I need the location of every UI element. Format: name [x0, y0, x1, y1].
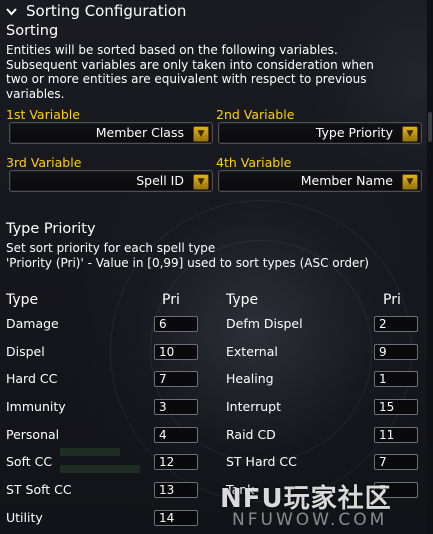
variable-2-dropdown[interactable]: Type Priority ▼ [218, 122, 422, 144]
dropdown-arrow-icon[interactable]: ▼ [193, 174, 209, 190]
variable-4-label: 4th Variable [216, 155, 292, 170]
section-title: Sorting Configuration [26, 2, 187, 20]
priority-input-interrupt[interactable]: 15 [374, 399, 418, 415]
type-priority-description-line: Set sort priority for each spell type [6, 241, 216, 255]
type-label-hard-cc: Hard CC [6, 371, 58, 386]
column-header-type: Type [226, 292, 259, 308]
column-header-pri: Pri [383, 292, 401, 308]
dropdown-value: Spell ID [136, 173, 184, 188]
priority-input-st-hard-cc[interactable]: 7 [374, 454, 418, 470]
type-priority-title: Type Priority [6, 221, 96, 237]
type-label-soft-cc: Soft CC [6, 454, 53, 469]
type-label-immunity: Immunity [6, 399, 66, 414]
type-label-interrupt: Interrupt [226, 399, 282, 414]
variable-3-dropdown[interactable]: Spell ID ▼ [9, 170, 213, 192]
scrollbar[interactable] [427, 0, 433, 534]
dropdown-value: Member Class [95, 125, 184, 140]
watermark-url: NFUWOW.COM [232, 510, 388, 530]
priority-input-external[interactable]: 9 [374, 344, 418, 360]
priority-input-healing[interactable]: 1 [374, 371, 418, 387]
priority-input-damage[interactable]: 6 [154, 316, 198, 332]
type-label-damage: Damage [6, 316, 59, 331]
column-header-pri: Pri [162, 292, 180, 308]
sorting-description-line: Entities will be sorted based on the fol… [6, 43, 338, 57]
type-priority-description-line: 'Priority (Pri)' - Value in [0,99] used … [6, 256, 369, 270]
sorting-description-line: Subsequent variables are only taken into… [6, 57, 374, 72]
background-bar [60, 465, 140, 473]
variable-2-label: 2nd Variable [216, 107, 295, 122]
priority-input-raid-cd[interactable]: 11 [374, 427, 418, 443]
type-label-st-hard-cc: ST Hard CC [226, 454, 297, 469]
section-header[interactable]: Sorting Configuration [6, 2, 186, 20]
sorting-title: Sorting [6, 23, 59, 39]
type-label-st-soft-cc: ST Soft CC [6, 482, 72, 497]
dropdown-arrow-icon[interactable]: ▼ [402, 126, 418, 142]
variable-4-dropdown[interactable]: Member Name ▼ [218, 170, 422, 192]
variable-1-label: 1st Variable [6, 107, 80, 122]
dropdown-value: Member Name [300, 173, 393, 188]
type-label-personal: Personal [6, 427, 60, 442]
type-label-external: External [226, 344, 278, 359]
type-label-utility: Utility [6, 510, 43, 525]
priority-input-soft-cc[interactable]: 12 [154, 454, 198, 470]
priority-input-st-soft-cc[interactable]: 13 [154, 482, 198, 498]
priority-input-dispel[interactable]: 10 [154, 344, 198, 360]
variable-1-dropdown[interactable]: Member Class ▼ [9, 122, 213, 144]
dropdown-value: Type Priority [315, 125, 393, 140]
priority-input-defm-dispel[interactable]: 2 [374, 316, 418, 332]
background-bar [60, 448, 120, 456]
sorting-description-line: variables. [6, 86, 65, 101]
priority-input-personal[interactable]: 4 [154, 427, 198, 443]
type-label-defm-dispel: Defm Dispel [226, 316, 303, 331]
sorting-description-line: two or more entities are equivalent with… [6, 72, 367, 86]
dropdown-arrow-icon[interactable]: ▼ [402, 174, 418, 190]
dropdown-arrow-icon[interactable]: ▼ [193, 126, 209, 142]
priority-input-immunity[interactable]: 3 [154, 399, 198, 415]
priority-input-hard-cc[interactable]: 7 [154, 371, 198, 387]
type-label-dispel: Dispel [6, 344, 45, 359]
priority-input-utility[interactable]: 14 [154, 510, 198, 526]
variable-3-label: 3rd Variable [6, 155, 82, 170]
type-label-healing: Healing [226, 371, 274, 386]
type-label-raid-cd: Raid CD [226, 427, 276, 442]
column-header-type: Type [6, 292, 39, 308]
scrollbar-thumb[interactable] [428, 112, 432, 142]
chevron-down-icon[interactable] [6, 5, 20, 20]
